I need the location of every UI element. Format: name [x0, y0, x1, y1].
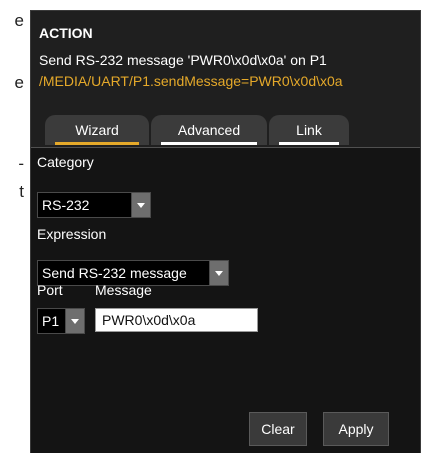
dropdown-button[interactable]: [131, 193, 150, 217]
expression-label: Expression: [37, 226, 107, 242]
chevron-down-icon: [137, 202, 145, 208]
left-fragment: e: [14, 11, 24, 30]
message-label: Message: [95, 282, 152, 298]
left-fragment: -: [18, 154, 24, 173]
apply-button[interactable]: Apply: [323, 412, 389, 446]
action-title: ACTION: [39, 25, 93, 41]
expression-value: Send RS-232 message: [42, 265, 187, 281]
action-description: Send RS-232 message 'PWR0\x0d\x0a' on P1: [39, 52, 327, 68]
port-value: P1: [42, 313, 60, 329]
cropped-left-text: e e - t: [0, 0, 30, 453]
category-label: Category: [37, 154, 94, 170]
port-select[interactable]: P1: [37, 308, 85, 334]
action-command: /MEDIA/UART/P1.sendMessage=PWR0\x0d\x0a: [39, 73, 343, 89]
tab-advanced[interactable]: Advanced: [151, 115, 267, 145]
chevron-down-icon: [71, 318, 79, 324]
tab-label: Link: [296, 122, 322, 138]
tab-indicator: [279, 142, 339, 145]
left-fragment: e: [14, 73, 24, 92]
dropdown-button[interactable]: [209, 261, 228, 285]
tab-label: Wizard: [75, 122, 119, 138]
tab-active-indicator: [55, 142, 139, 145]
tab-indicator: [161, 142, 257, 145]
message-input[interactable]: [95, 308, 258, 332]
tab-link[interactable]: Link: [269, 115, 349, 145]
left-fragment: t: [19, 182, 24, 201]
wizard-content: Category RS-232 Expression Send RS-232 m…: [31, 147, 420, 453]
category-select[interactable]: RS-232: [37, 192, 151, 218]
chevron-down-icon: [215, 270, 223, 276]
tab-wizard[interactable]: Wizard: [45, 115, 149, 145]
tab-label: Advanced: [177, 122, 241, 138]
category-value: RS-232: [42, 197, 90, 213]
port-label: Port: [37, 282, 63, 298]
clear-button[interactable]: Clear: [249, 412, 307, 446]
dropdown-button[interactable]: [65, 309, 84, 333]
action-panel: ACTION Send RS-232 message 'PWR0\x0d\x0a…: [30, 10, 421, 453]
